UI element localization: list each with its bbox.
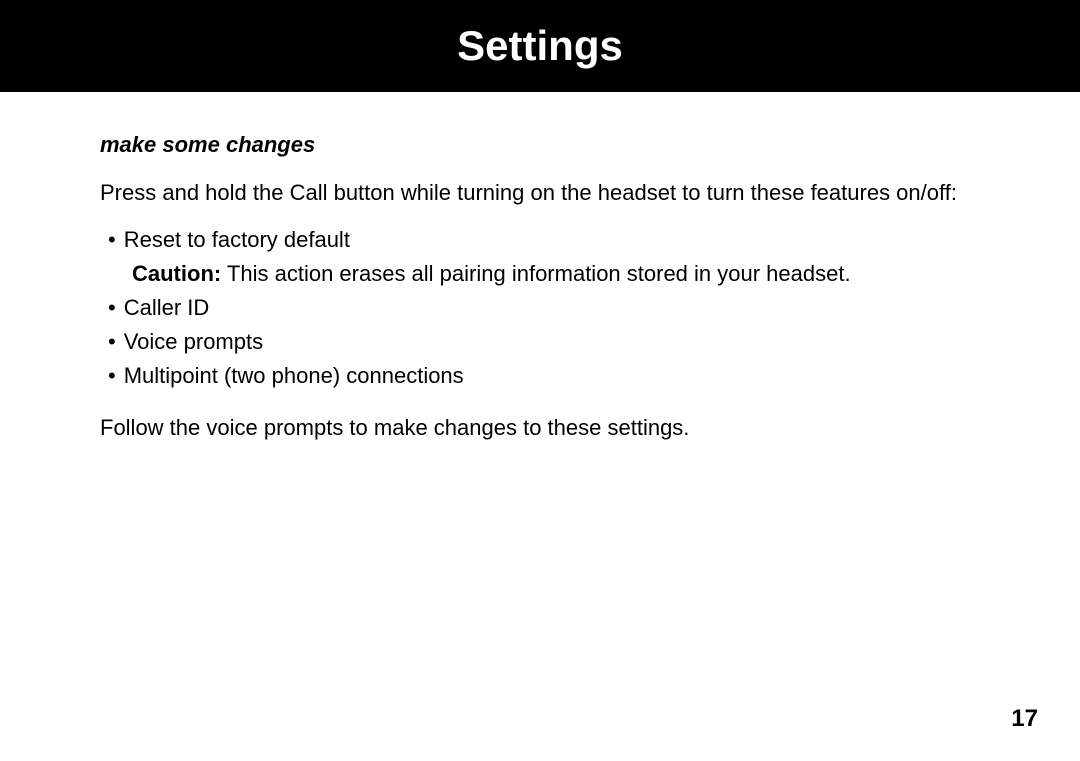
list-item-text: Reset to factory default (124, 223, 980, 257)
list-item-text: Multipoint (two phone) connections (124, 359, 980, 393)
list-item: • Multipoint (two phone) connections (108, 359, 980, 393)
bullet-icon: • (108, 291, 116, 325)
list-item-text: Caller ID (124, 291, 980, 325)
intro-paragraph: Press and hold the Call button while tur… (100, 178, 980, 209)
page-content: make some changes Press and hold the Cal… (0, 92, 1080, 444)
page-header: Settings (0, 0, 1080, 92)
page-number: 17 (1011, 705, 1038, 733)
bullet-icon: • (108, 325, 116, 359)
page-title: Settings (457, 22, 623, 70)
list-item: • Caller ID (108, 291, 980, 325)
feature-list: • Reset to factory default Caution: This… (108, 223, 980, 393)
caution-note: Caution: This action erases all pairing … (132, 257, 980, 291)
closing-paragraph: Follow the voice prompts to make changes… (100, 413, 980, 444)
list-item: • Voice prompts (108, 325, 980, 359)
caution-text: This action erases all pairing informati… (221, 261, 850, 286)
bullet-icon: • (108, 223, 116, 257)
list-item: • Reset to factory default (108, 223, 980, 257)
section-subtitle: make some changes (100, 132, 980, 158)
bullet-icon: • (108, 359, 116, 393)
list-item-text: Voice prompts (124, 325, 980, 359)
caution-label: Caution: (132, 261, 221, 286)
